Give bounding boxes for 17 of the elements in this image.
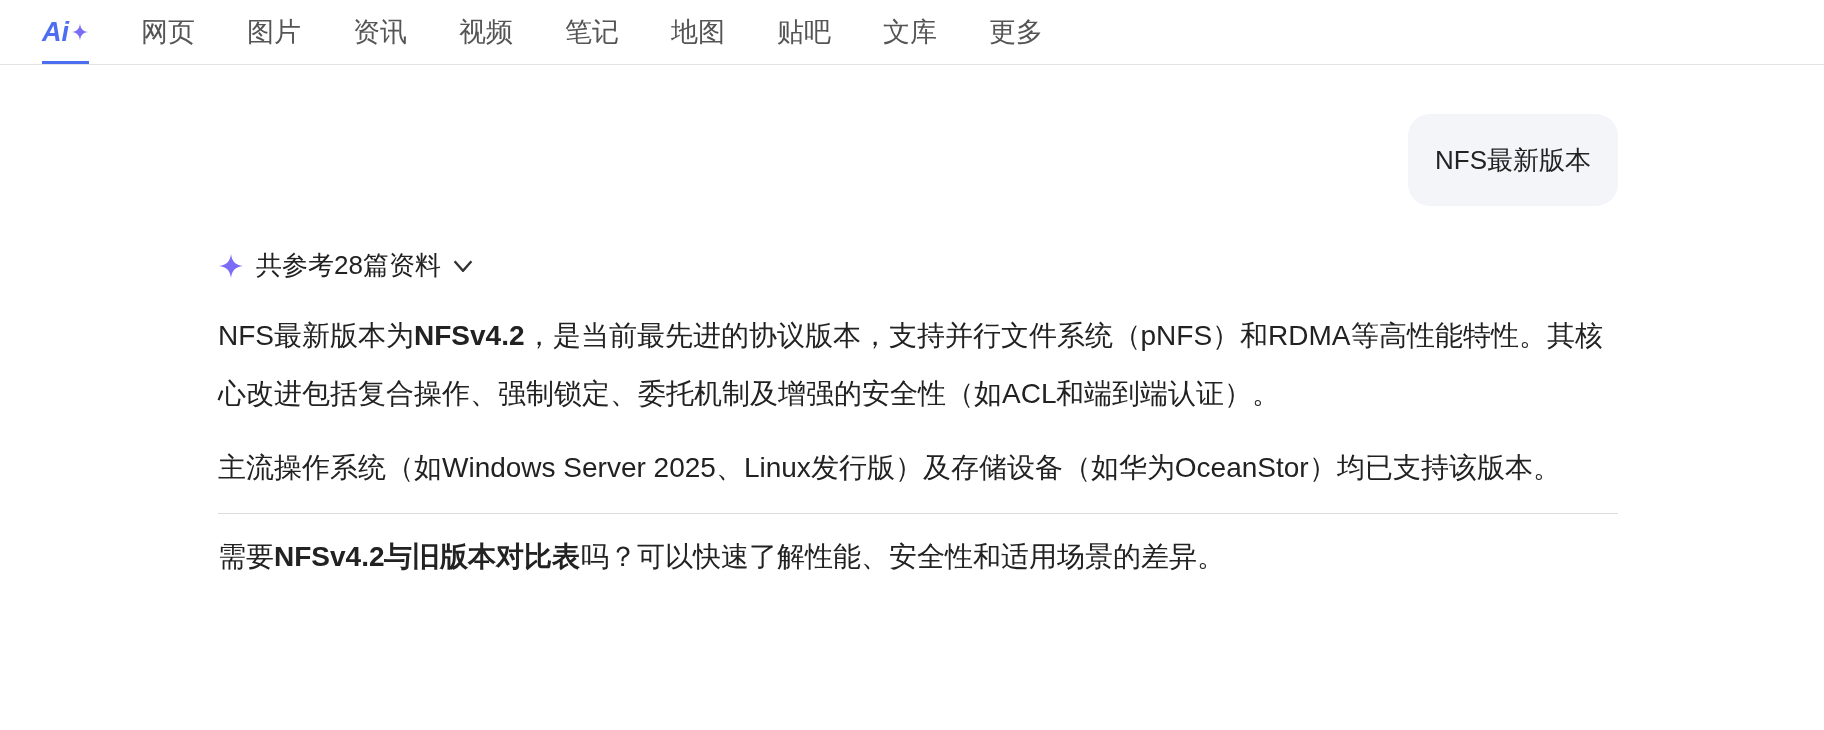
answer-paragraph: 主流操作系统（如Windows Server 2025、Linux发行版）及存储设备（如华为OceanStor）均已支持该版本。 bbox=[218, 451, 1562, 485]
sources-toggle[interactable]: 共参考28篇资料 bbox=[218, 246, 473, 285]
nav-tab[interactable]: 网页 bbox=[141, 0, 195, 64]
nav-tab[interactable]: 笔记 bbox=[565, 0, 619, 64]
nav-tab[interactable]: 图片 bbox=[247, 0, 301, 64]
nav-tab[interactable]: 文库 bbox=[883, 0, 937, 64]
follow-up-text: 需要NFSv4.2与旧版本对比表吗？可以快速了解性能、安全性和适用场景的差异。 bbox=[218, 540, 1226, 574]
nav-tab[interactable]: 资讯 bbox=[353, 0, 407, 64]
nav-tab[interactable]: 视频 bbox=[459, 0, 513, 64]
sparkle-icon bbox=[71, 23, 89, 41]
answer-paragraph: NFS最新版本为NFSv4.2，是当前最先进的协议版本，支持并行文件系统（pNFS）和RDMA等高性能特性。其核心改进包括复合操作、强制锁定、委托机制及增强的安全性（如ACL和端到端认证）。 bbox=[218, 319, 1604, 411]
user-message: NFS最新版本 bbox=[1408, 114, 1618, 206]
nav-tab[interactable]: 贴吧 bbox=[777, 0, 831, 64]
ai-tab[interactable]: Ai bbox=[42, 0, 89, 64]
nav-tab[interactable]: 更多 bbox=[989, 0, 1043, 64]
chevron-down-icon bbox=[452, 259, 473, 272]
nav-tab[interactable]: 地图 bbox=[671, 0, 725, 64]
